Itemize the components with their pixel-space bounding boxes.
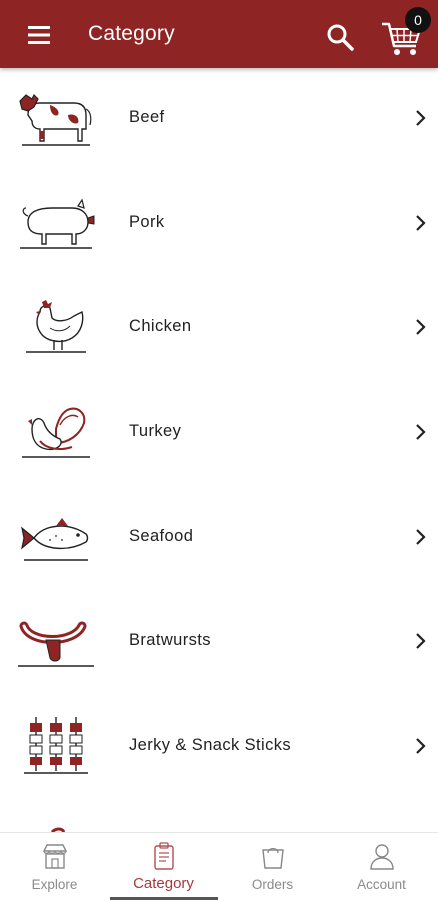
search-button[interactable]	[325, 22, 355, 52]
skewer-icon	[24, 717, 88, 774]
category-item-seafood[interactable]: Seafood	[0, 487, 438, 592]
category-item-turkey[interactable]: Turkey	[0, 382, 438, 487]
menu-button[interactable]	[20, 20, 58, 50]
page-title: Category	[88, 22, 175, 45]
chevron-right-icon	[416, 110, 426, 126]
nav-label: Orders	[251, 877, 294, 892]
search-icon	[327, 24, 354, 51]
category-label: Beef	[129, 108, 165, 126]
pig-icon	[20, 198, 95, 249]
cow-icon	[19, 93, 92, 146]
category-item-bratwursts[interactable]: Bratwursts	[0, 591, 438, 696]
category-item-chicken[interactable]: Chicken	[0, 277, 438, 382]
category-label: Chicken	[129, 317, 192, 336]
menu-icon	[28, 26, 50, 44]
shopping-bag-icon	[262, 847, 284, 869]
nav-category[interactable]: Category	[109, 833, 218, 901]
nav-label: Category	[133, 875, 194, 892]
nav-label: Account	[357, 877, 406, 892]
nav-orders[interactable]: Orders	[218, 833, 327, 901]
chevron-right-icon	[416, 214, 426, 231]
category-item-beef[interactable]: Beef	[0, 68, 438, 173]
nav-label: Explore	[31, 877, 78, 892]
app-bar: Category 0	[0, 0, 438, 68]
bottom-navigation: Explore Category Orders Account	[0, 832, 438, 901]
store-icon	[42, 844, 68, 869]
chevron-right-icon	[416, 633, 426, 650]
category-list: Beef Pork Chicken Turkey Seafood Bratwur…	[0, 68, 438, 832]
nav-account[interactable]: Account	[327, 833, 436, 901]
chevron-right-icon	[416, 424, 426, 440]
category-label: Pork	[129, 212, 165, 231]
category-thumbnail-icon	[50, 827, 66, 832]
user-icon	[370, 844, 394, 870]
chevron-right-icon	[416, 528, 426, 545]
fish-icon	[21, 517, 89, 561]
sausage-icon	[18, 621, 94, 668]
category-item-partial[interactable]	[0, 801, 438, 832]
chevron-right-icon	[416, 738, 426, 754]
chicken-icon	[26, 300, 86, 354]
category-label: Turkey	[129, 422, 182, 441]
nav-explore[interactable]: Explore	[0, 833, 109, 901]
category-label: Bratwursts	[129, 631, 211, 650]
category-item-pork[interactable]: Pork	[0, 173, 438, 278]
category-label: Seafood	[129, 526, 194, 545]
category-label: Jerky & Snack Sticks	[129, 736, 292, 755]
category-item-jerky[interactable]: Jerky & Snack Sticks	[0, 696, 438, 801]
clipboard-icon	[154, 842, 174, 870]
chevron-right-icon	[416, 319, 426, 336]
turkey-icon	[22, 407, 90, 458]
cart-count-badge: 0	[405, 7, 431, 33]
